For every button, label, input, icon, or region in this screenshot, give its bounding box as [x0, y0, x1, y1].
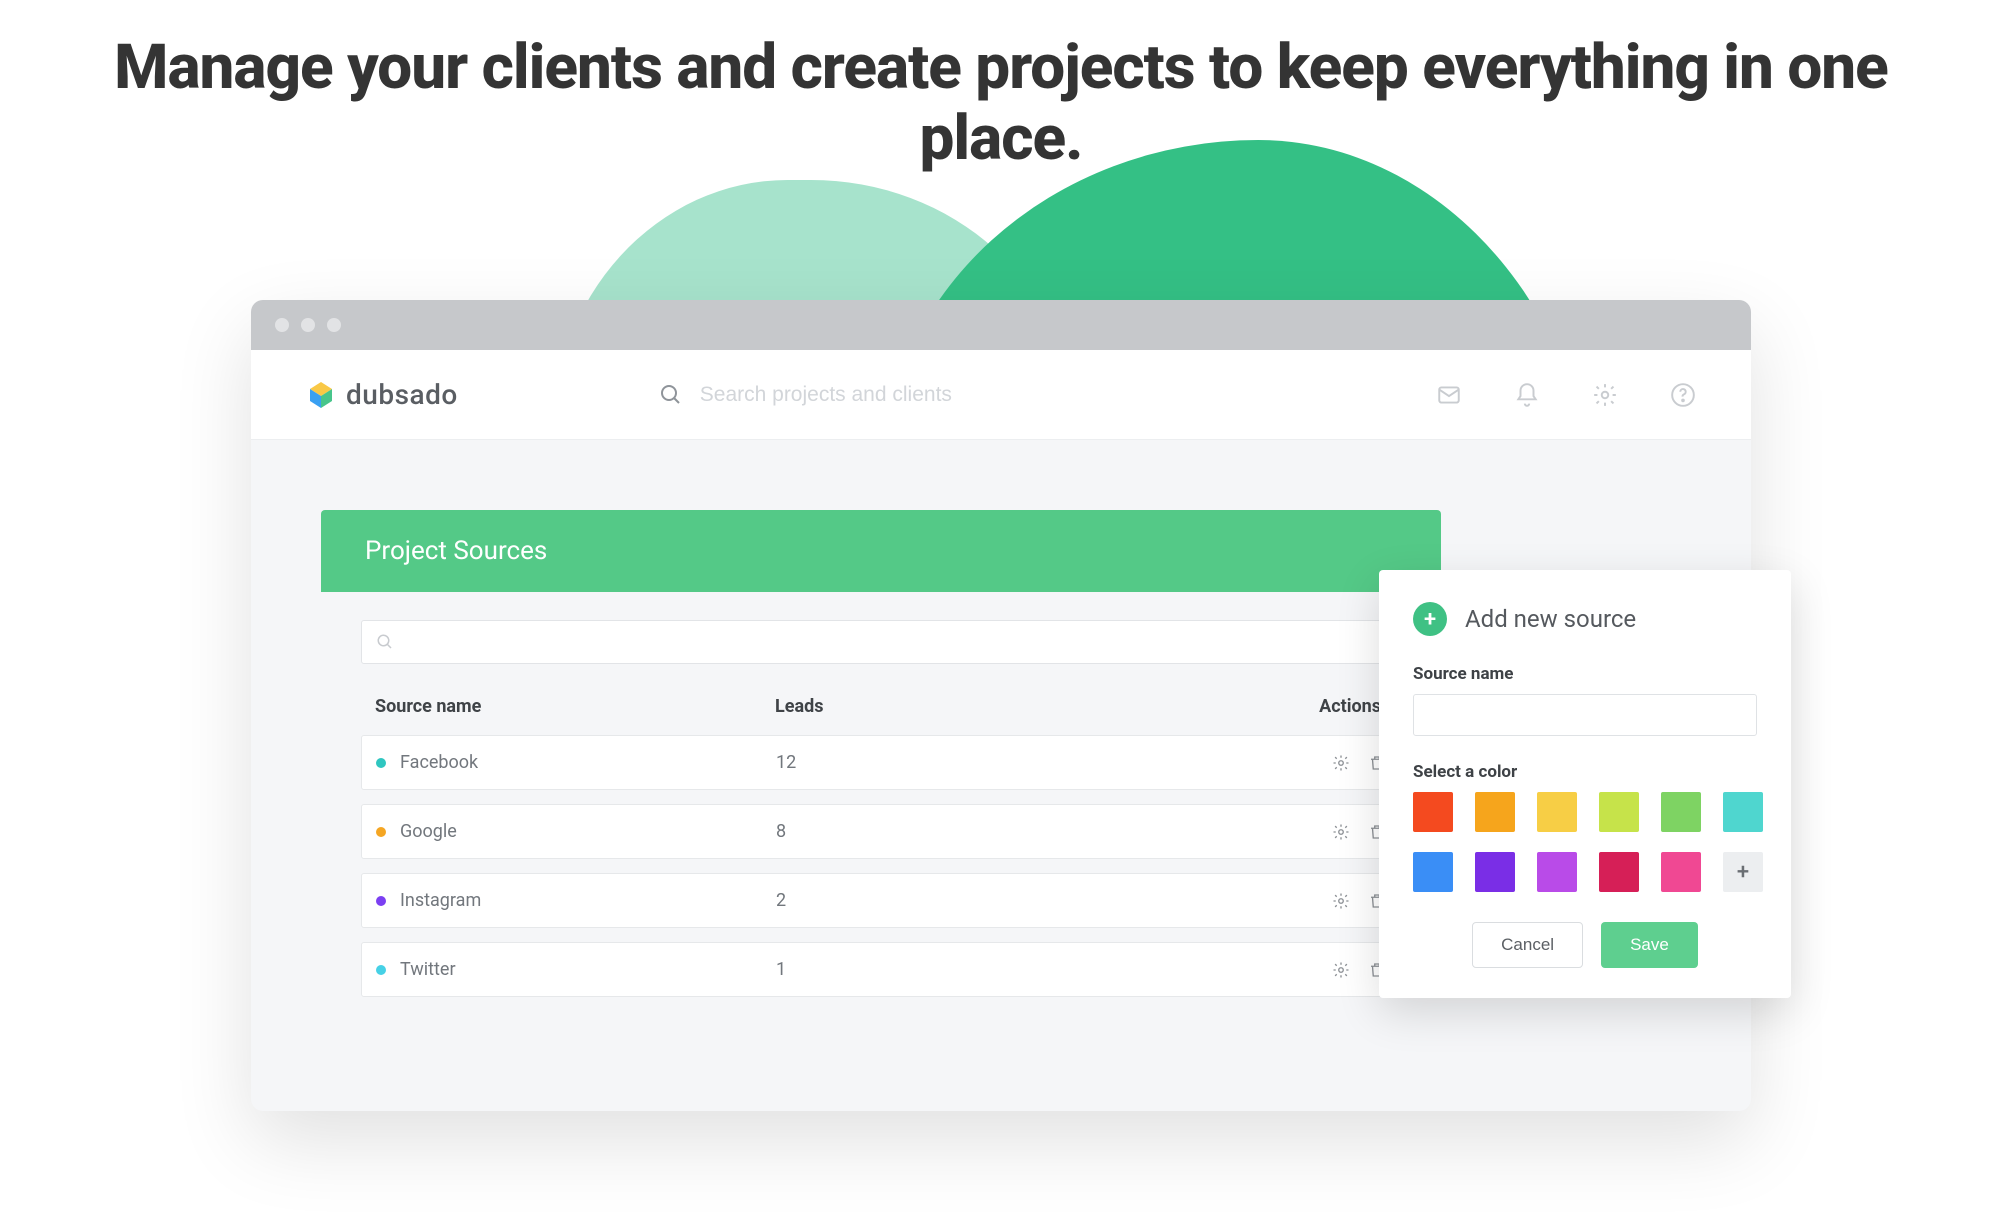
sources-table: Source name Leads Actions Facebook12Goog…: [321, 592, 1441, 1031]
source-cell: Google: [376, 821, 776, 842]
color-swatch[interactable]: [1599, 792, 1639, 832]
color-swatch[interactable]: [1723, 792, 1763, 832]
source-cell: Facebook: [376, 752, 776, 773]
gear-icon[interactable]: [1332, 961, 1350, 979]
color-swatch[interactable]: [1661, 852, 1701, 892]
source-cell: Instagram: [376, 890, 776, 911]
save-button[interactable]: Save: [1601, 922, 1698, 968]
color-swatch[interactable]: [1413, 852, 1453, 892]
window-dot: [275, 318, 289, 332]
table-row[interactable]: Instagram 2: [361, 873, 1401, 928]
add-color-button[interactable]: +: [1723, 852, 1763, 892]
content-area: Project Sources Source name Leads Action…: [251, 440, 1751, 1111]
table-row[interactable]: Google 8: [361, 804, 1401, 859]
source-color-dot: [376, 827, 386, 837]
global-search[interactable]: [658, 382, 1080, 408]
color-swatch[interactable]: [1537, 852, 1577, 892]
search-input[interactable]: [700, 383, 1080, 407]
source-name: Twitter: [400, 959, 456, 980]
table-row[interactable]: Twitter 1: [361, 942, 1401, 997]
gear-icon[interactable]: [1332, 754, 1350, 772]
search-icon: [376, 633, 394, 651]
color-swatch[interactable]: [1661, 792, 1701, 832]
th-leads: Leads: [775, 696, 1055, 717]
cancel-button[interactable]: Cancel: [1472, 922, 1583, 968]
help-icon[interactable]: [1670, 382, 1696, 408]
add-source-panel: + Add new source Source name Select a co…: [1379, 570, 1791, 998]
color-swatch[interactable]: [1537, 792, 1577, 832]
bell-icon[interactable]: [1514, 382, 1540, 408]
table-row[interactable]: Facebook 12: [361, 735, 1401, 790]
window-dot: [327, 318, 341, 332]
color-grid: +: [1413, 792, 1757, 892]
search-icon: [658, 382, 684, 408]
source-color-dot: [376, 758, 386, 768]
table-header-row: Source name Leads Actions: [361, 688, 1401, 735]
color-swatch[interactable]: [1475, 852, 1515, 892]
plus-icon[interactable]: +: [1413, 602, 1447, 636]
browser-frame: dubsado Project Sources: [251, 300, 1751, 1111]
logo-icon: [306, 380, 336, 410]
color-label: Select a color: [1413, 762, 1757, 782]
table-search[interactable]: [361, 620, 1401, 664]
leads-cell: 12: [776, 752, 1056, 773]
source-name: Instagram: [400, 890, 481, 911]
color-swatch[interactable]: [1413, 792, 1453, 832]
source-color-dot: [376, 965, 386, 975]
settings-icon[interactable]: [1592, 382, 1618, 408]
color-swatch[interactable]: [1599, 852, 1639, 892]
leads-cell: 2: [776, 890, 1056, 911]
gear-icon[interactable]: [1332, 892, 1350, 910]
window-dot: [301, 318, 315, 332]
source-cell: Twitter: [376, 959, 776, 980]
browser-titlebar: [251, 300, 1751, 350]
gear-icon[interactable]: [1332, 823, 1350, 841]
color-swatch[interactable]: [1475, 792, 1515, 832]
app-header: dubsado: [251, 350, 1751, 440]
source-name-label: Source name: [1413, 664, 1757, 684]
source-color-dot: [376, 896, 386, 906]
mail-icon[interactable]: [1436, 382, 1462, 408]
leads-cell: 1: [776, 959, 1056, 980]
th-actions: Actions: [1055, 696, 1387, 717]
brand-logo[interactable]: dubsado: [306, 378, 458, 411]
source-name: Google: [400, 821, 457, 842]
source-name-input[interactable]: [1413, 694, 1757, 736]
side-panel-title: Add new source: [1465, 605, 1636, 633]
source-name: Facebook: [400, 752, 478, 773]
th-source: Source name: [375, 696, 775, 717]
brand-name: dubsado: [346, 378, 458, 411]
panel-title: Project Sources: [321, 510, 1441, 592]
leads-cell: 8: [776, 821, 1056, 842]
